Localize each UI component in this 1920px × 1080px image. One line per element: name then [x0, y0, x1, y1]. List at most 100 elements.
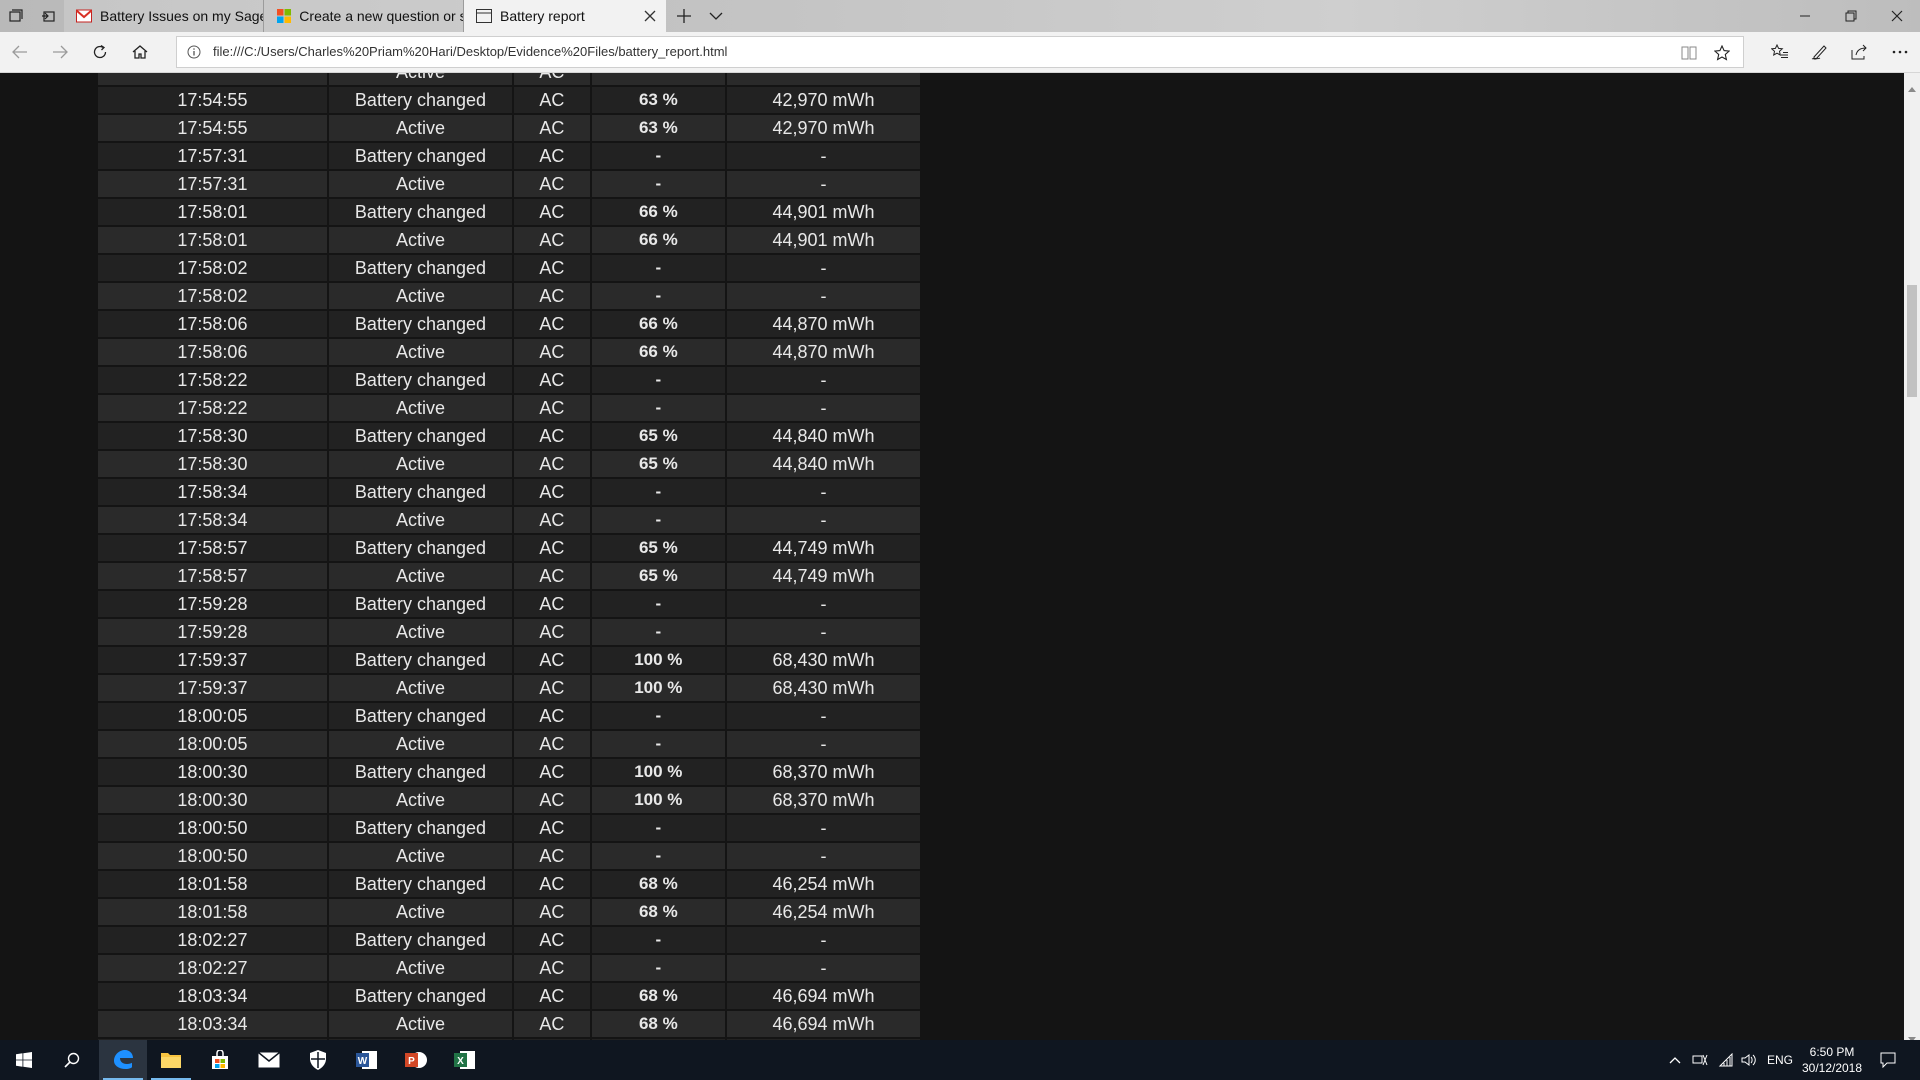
search-icon[interactable] [48, 1040, 96, 1080]
address-bar[interactable]: file:///C:/Users/Charles%20Priam%20Hari/… [176, 36, 1744, 68]
browser-title-bar: Battery Issues on my Sager Create a new … [0, 0, 1920, 32]
capacity-percent-cell: - [590, 366, 727, 395]
security-icon[interactable] [294, 1040, 342, 1080]
capacity-percent-cell: 100 % [590, 786, 727, 815]
table-row: 17:58:30 Battery changed AC 65 % 44,840 mWh [98, 422, 920, 451]
source-cell: AC [513, 394, 592, 423]
edge-icon[interactable] [99, 1040, 147, 1080]
source-cell: AC [513, 282, 592, 311]
reading-view-icon[interactable] [1681, 45, 1697, 61]
source-cell: AC [513, 926, 592, 955]
time-cell: 18:02:27 [98, 954, 329, 983]
capacity-mwh-cell: 68,430 mWh [725, 674, 920, 703]
capacity-mwh-cell: 68,430 mWh [725, 646, 920, 675]
time-cell: 18:03:34 [98, 982, 329, 1011]
capacity-percent-cell: 100 % [590, 646, 727, 675]
more-options-icon[interactable] [1888, 40, 1912, 64]
capacity-mwh-cell: - [725, 814, 920, 843]
capacity-mwh-cell: 42,970 mWh [725, 114, 920, 143]
scroll-up-arrow-icon[interactable] [1908, 77, 1916, 92]
table-row: ActiveAC [98, 73, 920, 87]
capacity-percent-cell: - [590, 842, 727, 871]
word-icon[interactable]: W [343, 1040, 391, 1080]
favorites-hub-icon[interactable] [1768, 40, 1792, 64]
table-row: 18:02:27 Active AC - - [98, 954, 920, 983]
time-cell: 18:00:30 [98, 758, 329, 787]
tab-gmail[interactable]: Battery Issues on my Sager [64, 0, 264, 32]
tab-preview-chevron-icon[interactable] [704, 4, 728, 28]
capacity-percent-cell: 66 % [590, 310, 727, 339]
time-cell: 17:54:55 [98, 86, 329, 115]
capacity-mwh-cell: 68,370 mWh [725, 786, 920, 815]
source-cell: AC [513, 786, 592, 815]
web-note-pen-icon[interactable] [1808, 40, 1832, 64]
table-row: 17:58:01 Active AC 66 % 44,901 mWh [98, 226, 920, 255]
info-icon[interactable] [187, 45, 201, 59]
minimize-icon[interactable] [1782, 0, 1828, 32]
state-cell: Active [327, 842, 515, 871]
table-row: 17:58:30 Active AC 65 % 44,840 mWh [98, 450, 920, 479]
store-icon[interactable] [196, 1040, 244, 1080]
action-center-icon[interactable] [1880, 1052, 1896, 1068]
table-row: 17:58:57 Active AC 65 % 44,749 mWh [98, 562, 920, 591]
url-text[interactable]: file:///C:/Users/Charles%20Priam%20Hari/… [213, 37, 1653, 67]
clock-date: 30/12/2018 [1801, 1061, 1863, 1075]
state-cell: Battery changed [327, 142, 515, 171]
source-cell: AC [513, 618, 592, 647]
source-cell: AC [513, 254, 592, 283]
state-cell: Active [327, 1010, 515, 1039]
forward-arrow-icon[interactable] [48, 40, 72, 64]
set-tabs-aside-icon[interactable] [36, 4, 60, 28]
scroll-down-arrow-icon[interactable] [1908, 1028, 1916, 1042]
table-row: 17:59:37 Battery changed AC 100 % 68,430 mWh [98, 646, 920, 675]
volume-icon[interactable] [1741, 1052, 1757, 1068]
clock[interactable]: 6:50 PM 30/12/2018 [1800, 1044, 1864, 1076]
capacity-mwh-cell: - [725, 506, 920, 535]
tab-battery-report[interactable]: Battery report [464, 0, 666, 32]
close-tab-icon[interactable] [642, 8, 658, 24]
time-cell: 17:58:02 [98, 282, 329, 311]
capacity-percent-cell [590, 73, 727, 87]
input-language[interactable]: ENG [1767, 1040, 1793, 1080]
time-cell: 18:00:05 [98, 702, 329, 731]
time-cell: 17:58:22 [98, 366, 329, 395]
refresh-icon[interactable] [88, 40, 112, 64]
powerpoint-icon[interactable]: P [392, 1040, 440, 1080]
tab-microsoft[interactable]: Create a new question or st [264, 0, 464, 32]
time-cell: 17:58:57 [98, 562, 329, 591]
state-cell: Active [327, 73, 515, 87]
file-explorer-icon[interactable] [147, 1040, 195, 1080]
capacity-percent-cell: 63 % [590, 86, 727, 115]
table-row: 17:58:22 Active AC - - [98, 394, 920, 423]
excel-icon[interactable]: X [441, 1040, 489, 1080]
close-window-icon[interactable] [1874, 0, 1920, 32]
back-arrow-icon[interactable] [8, 40, 32, 64]
table-row: 18:00:50 Active AC - - [98, 842, 920, 871]
show-hidden-icons-chevron-icon[interactable] [1667, 1052, 1683, 1068]
svg-text:X: X [457, 1056, 464, 1067]
tab-manager-icon[interactable] [4, 4, 28, 28]
time-cell: 17:59:28 [98, 618, 329, 647]
state-cell: Active [327, 562, 515, 591]
windows-start-icon[interactable] [0, 1040, 48, 1080]
wifi-icon[interactable] [1718, 1052, 1734, 1068]
home-icon[interactable] [128, 40, 152, 64]
state-cell: Battery changed [327, 926, 515, 955]
state-cell: Battery changed [327, 310, 515, 339]
network-adapter-icon[interactable] [1692, 1052, 1708, 1068]
time-cell: 18:00:05 [98, 730, 329, 759]
capacity-mwh-cell: 44,749 mWh [725, 562, 920, 591]
mail-icon[interactable] [245, 1040, 293, 1080]
new-tab-icon[interactable] [672, 4, 696, 28]
share-icon[interactable] [1848, 40, 1872, 64]
vertical-scrollbar[interactable] [1904, 73, 1920, 1042]
restore-icon[interactable] [1828, 0, 1874, 32]
state-cell: Battery changed [327, 422, 515, 451]
scrollbar-thumb[interactable] [1907, 285, 1917, 397]
state-cell: Battery changed [327, 982, 515, 1011]
state-cell: Battery changed [327, 366, 515, 395]
source-cell: AC [513, 86, 592, 115]
source-cell: AC [513, 898, 592, 927]
favorite-star-icon[interactable] [1713, 44, 1731, 62]
table-row: 17:58:34 Active AC - - [98, 506, 920, 535]
